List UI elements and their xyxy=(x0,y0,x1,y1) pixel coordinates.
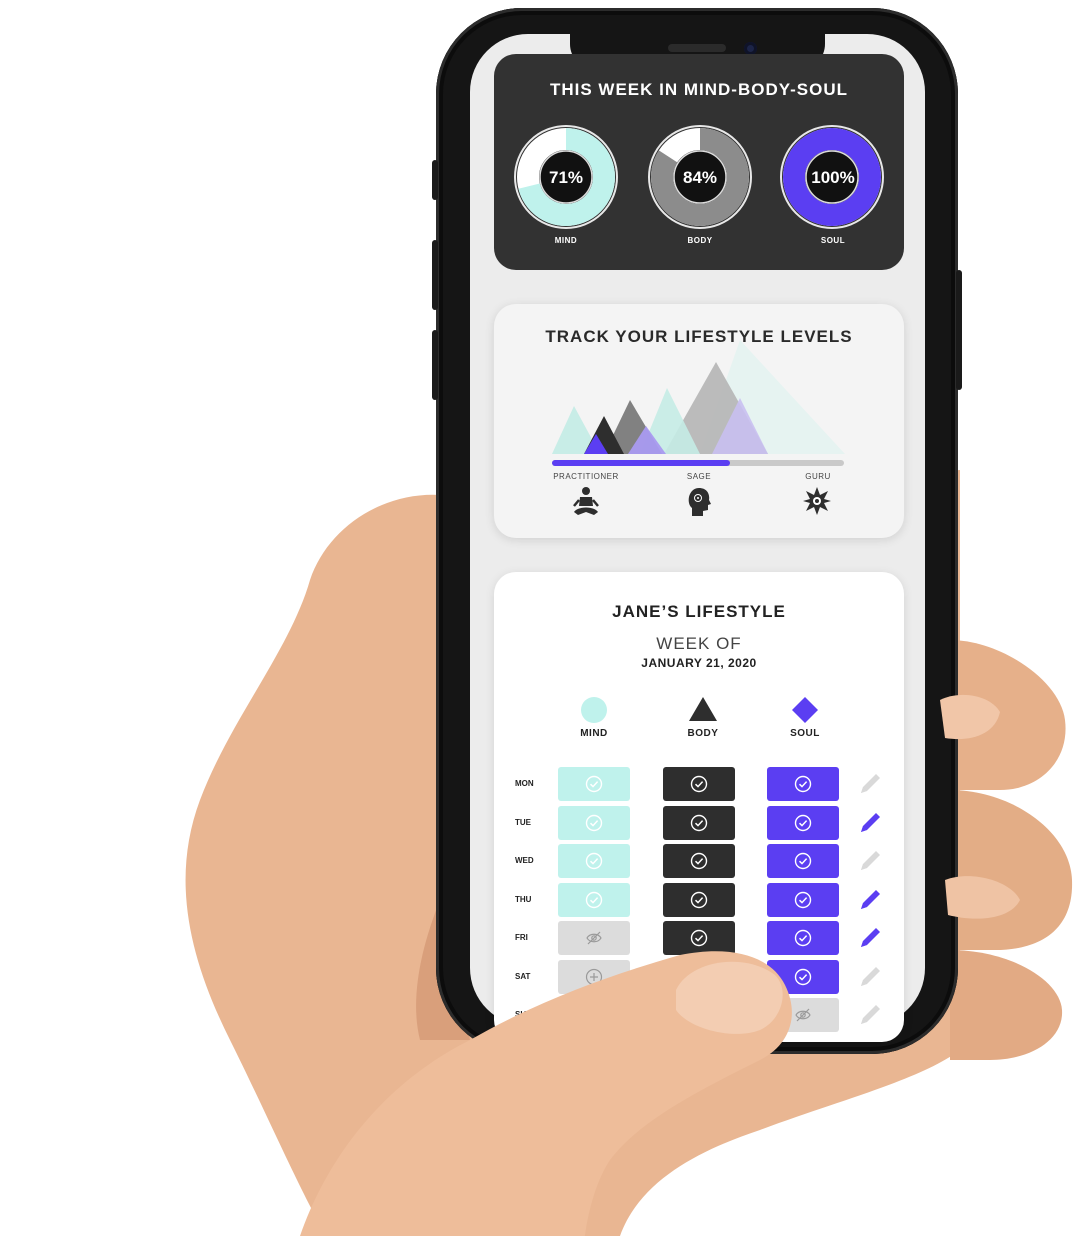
lifestyle-levels-title: TRACK YOUR LIFESTYLE LEVELS xyxy=(545,327,853,346)
soul-cell-wed[interactable] xyxy=(767,844,839,878)
mind-cell-mon[interactable] xyxy=(558,767,630,801)
body-cell-mon[interactable] xyxy=(663,767,735,801)
check-circle-icon xyxy=(585,775,603,793)
mind-cell-sat[interactable] xyxy=(558,959,630,994)
check-circle-icon xyxy=(585,891,603,908)
week-of-label: WEEK OF xyxy=(656,634,742,653)
check-circle-icon xyxy=(794,852,812,870)
check-circle-icon xyxy=(794,814,812,831)
speaker-grille xyxy=(668,44,726,52)
soul-cell-thu[interactable] xyxy=(767,882,839,917)
check-circle-icon xyxy=(690,891,708,908)
body-ring-label: BODY xyxy=(687,236,713,245)
day-label-fri: FRI xyxy=(515,933,528,942)
soul-cell-mon[interactable] xyxy=(767,767,839,801)
column-body-label: BODY xyxy=(687,728,719,739)
check-circle-icon xyxy=(690,968,708,985)
check-circle-icon xyxy=(794,891,812,908)
body-cell-tue[interactable] xyxy=(663,805,735,840)
check-circle-icon xyxy=(690,814,708,831)
check-circle-icon xyxy=(585,814,603,831)
weekly-summary-title: THIS WEEK IN MIND-BODY-SOUL xyxy=(549,80,849,99)
meditating-person-icon[interactable] xyxy=(572,486,600,518)
soul-cell-sat[interactable] xyxy=(767,959,839,994)
body-cell-sat[interactable] xyxy=(663,959,735,994)
mind-cell-fri[interactable] xyxy=(558,921,630,955)
day-label-mon: MON xyxy=(515,779,534,788)
body-triangle-icon xyxy=(689,697,717,721)
day-label-wed: WED xyxy=(515,856,534,865)
pencil-icon[interactable] xyxy=(857,1002,883,1028)
mute-switch xyxy=(432,160,438,200)
body-cell-thu[interactable] xyxy=(663,882,735,917)
level-practitioner-label: PRACTITIONER xyxy=(553,472,619,481)
check-circle-icon xyxy=(690,929,708,947)
power-button xyxy=(956,270,962,390)
body-cell-wed[interactable] xyxy=(663,844,735,878)
day-label-sat: SAT xyxy=(515,971,531,981)
column-soul-label: SOUL xyxy=(790,728,820,739)
plus-circle-icon xyxy=(585,968,603,985)
eye-off-icon xyxy=(586,931,602,945)
level-progress-fill xyxy=(552,460,731,466)
mind-circle-icon xyxy=(581,697,607,723)
soul-diamond-icon xyxy=(792,697,818,723)
mind-cell-thu[interactable] xyxy=(558,882,630,917)
lifestyle-tracker-title: JANE’S LIFESTYLE xyxy=(612,602,786,621)
soul-cell-su[interactable] xyxy=(767,998,839,1032)
pencil-icon[interactable] xyxy=(857,887,883,913)
day-label-su: SU xyxy=(515,1010,527,1019)
pencil-icon[interactable] xyxy=(857,848,883,874)
mind-ring-label: MIND xyxy=(554,236,578,245)
week-date: JANUARY 21, 2020 xyxy=(641,656,757,670)
day-label-tue: TUE xyxy=(515,817,531,827)
pencil-icon[interactable] xyxy=(857,771,883,797)
eye-off-icon xyxy=(795,1008,811,1022)
body-cell-fri[interactable] xyxy=(663,921,735,955)
day-label-thu: THU xyxy=(515,894,532,904)
check-circle-icon xyxy=(794,968,812,985)
volume-down-button xyxy=(432,330,438,400)
head-profile-icon[interactable] xyxy=(687,486,711,518)
mind-cell-su[interactable] xyxy=(558,998,630,1032)
lotus-star-icon[interactable] xyxy=(802,486,832,516)
body-cell-su[interactable] xyxy=(663,998,735,1032)
mind-percent: 71% xyxy=(548,168,584,187)
level-sage-label: SAGE xyxy=(686,472,712,481)
volume-up-button xyxy=(432,240,438,310)
check-circle-icon xyxy=(690,852,708,870)
soul-ring-label: SOUL xyxy=(820,236,846,245)
column-mind-label: MIND xyxy=(580,728,608,739)
soul-percent: 100% xyxy=(811,168,855,187)
level-guru-label: GURU xyxy=(805,472,831,481)
check-circle-icon xyxy=(794,929,812,947)
mind-cell-wed[interactable] xyxy=(558,844,630,878)
soul-cell-fri[interactable] xyxy=(767,921,839,955)
pencil-icon[interactable] xyxy=(857,925,883,951)
check-circle-icon xyxy=(585,852,603,870)
pencil-icon[interactable] xyxy=(857,964,883,990)
soul-cell-tue[interactable] xyxy=(767,805,839,840)
body-percent: 84% xyxy=(682,168,718,187)
mind-cell-tue[interactable] xyxy=(558,805,630,840)
check-circle-icon xyxy=(794,775,812,793)
check-circle-icon xyxy=(690,775,708,793)
pencil-icon[interactable] xyxy=(857,810,883,836)
